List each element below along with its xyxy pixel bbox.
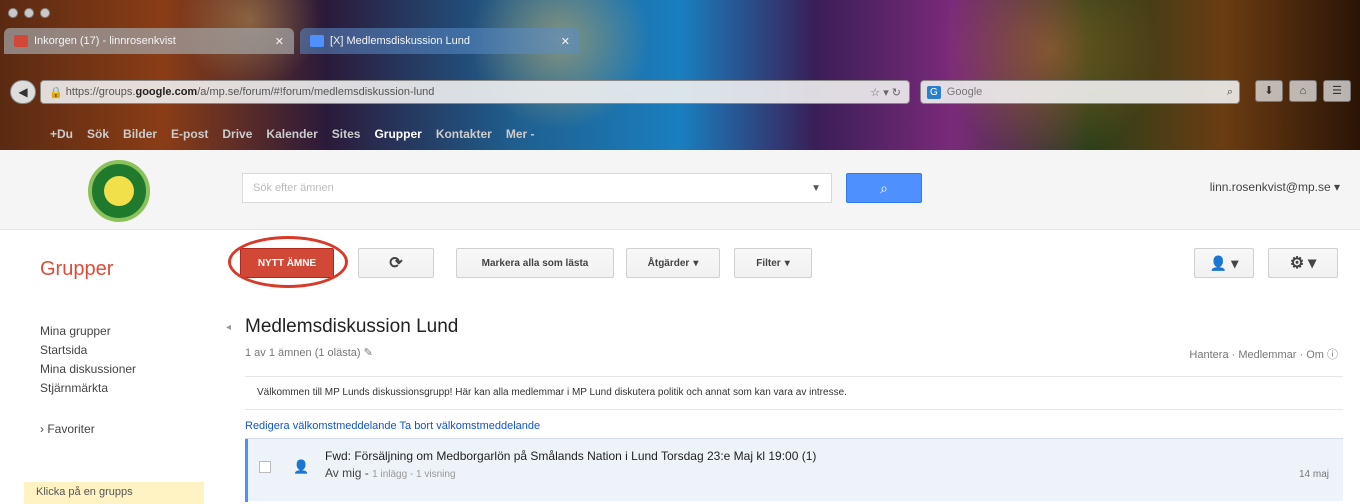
topic-author: Av mig [325,466,362,480]
mark-all-read-button[interactable]: Markera alla som lästa [456,248,614,278]
gbar-item-drive[interactable]: Drive [222,127,252,141]
tab-groups[interactable]: [X] Medlemsdiskussion Lund ✕ [300,28,580,54]
account-email: linn.rosenkvist@mp.se [1209,180,1331,194]
person-add-icon: 👤 [1209,254,1228,271]
sidebar-item-my-groups[interactable]: Mina grupper [40,322,136,341]
toolbar-icons: ⬇ ⌂ ☰ [1255,80,1351,102]
annotation-circle [228,236,348,288]
refresh-button[interactable]: ⟳ [358,248,434,278]
download-icon[interactable]: ⬇ [1255,80,1283,102]
gbar-item-images[interactable]: Bilder [123,127,157,141]
topic-subject[interactable]: Fwd: Försäljning om Medborgarlön på Smål… [325,449,816,463]
gear-icon: ⚙ [1289,255,1305,272]
google-bar: +Du Sök Bilder E-post Drive Kalender Sit… [0,118,535,150]
favorites-label: Favoriter [47,422,95,436]
about-link[interactable]: Om [1306,349,1324,361]
url-path: /a/mp.se/forum/#!forum/medlemsdiskussion… [197,86,435,98]
topic-meta: Av mig - 1 inlägg - 1 visning [325,466,456,480]
minimize-window-button[interactable] [24,8,34,18]
search-button[interactable]: ⌕ [846,173,922,203]
tab-label: [X] Medlemsdiskussion Lund [330,35,471,47]
topic-checkbox[interactable] [259,461,271,473]
filter-button[interactable]: Filter ▾ [734,248,812,278]
zoom-window-button[interactable] [40,8,50,18]
search-placeholder: Google [946,86,983,98]
magnifier-icon: ⌕ [880,180,888,196]
selection-bar [245,439,248,502]
pin-icon[interactable]: ✎ [364,347,373,359]
sidebar-item-my-discussions[interactable]: Mina diskussioner [40,360,136,379]
url-domain: google.com [135,86,198,98]
address-bar[interactable]: 🔒 https://groups. google.com/a/mp.se/foru… [40,80,910,104]
window-controls[interactable] [8,8,50,18]
chevron-down-icon[interactable]: ▼ [811,183,821,194]
collapse-arrow-icon[interactable]: ◂ [226,322,231,333]
back-button[interactable]: ◀ [10,80,36,104]
gmail-icon [14,35,28,47]
settings-button[interactable]: ⚙ ▾ [1268,248,1338,278]
remove-welcome-link[interactable]: Ta bort välkomstmeddelande [400,420,541,432]
browser-search-field[interactable]: G Google ⌕ [920,80,1240,104]
topic-row[interactable]: 👤 Fwd: Försäljning om Medborgarlön på Sm… [245,438,1343,502]
welcome-message: Välkommen till MP Lunds diskussionsgrupp… [245,376,1343,410]
range-text: 1 av 1 ämnen (1 olästa) [245,347,361,359]
topic-stats: 1 inlägg - 1 visning [372,469,456,480]
forum-title: Medlemsdiskussion Lund [245,316,459,337]
edit-welcome-link[interactable]: Redigera välkomstmeddelande [245,420,397,432]
filter-label: Filter [756,257,781,269]
gbar-item-search[interactable]: Sök [87,127,109,141]
topic-date: 14 maj [1298,469,1329,480]
refresh-icon: ⟳ [389,255,403,272]
gbar-item-plus[interactable]: +Du [50,127,73,141]
tab-inbox[interactable]: Inkorgen (17) - linnrosenkvist ✕ [4,28,294,54]
welcome-actions: Redigera välkomstmeddelande Ta bort välk… [245,420,540,432]
groups-icon [310,35,324,47]
members-menu-button[interactable]: 👤 ▾ [1194,248,1254,278]
sunflower-icon [104,176,134,206]
bookmark-star-icon[interactable]: ☆ ▾ ↻ [870,86,901,99]
sidebar-favorites[interactable]: › Favoriter [40,420,136,439]
info-icon[interactable]: ⓘ [1327,349,1338,361]
gbar-item-contacts[interactable]: Kontakter [436,127,492,141]
gbar-item-sites[interactable]: Sites [332,127,361,141]
gbar-item-calendar[interactable]: Kalender [266,127,317,141]
app-title[interactable]: Grupper [40,258,113,281]
person-icon: 👤 [293,459,310,474]
search-engine-icon[interactable]: G [927,85,941,99]
search-icon[interactable]: ⌕ [1227,86,1233,99]
url-prefix: https://groups. [65,86,136,98]
account-menu[interactable]: linn.rosenkvist@mp.se ▾ [1210,180,1340,194]
close-window-button[interactable] [8,8,18,18]
actions-button[interactable]: Åtgärder ▾ [626,248,720,278]
mp-logo[interactable] [88,160,150,222]
sidebar: Mina grupper Startsida Mina diskussioner… [40,322,136,439]
lock-icon: 🔒 [49,86,66,99]
search-placeholder: Sök efter ämnen [253,182,334,194]
close-icon[interactable]: ✕ [275,35,284,48]
browser-chrome: Inkorgen (17) - linnrosenkvist ✕ [X] Med… [0,0,1360,150]
home-icon[interactable]: ⌂ [1289,80,1317,102]
sidebar-item-home[interactable]: Startsida [40,341,136,360]
members-link[interactable]: Medlemmar [1238,349,1296,361]
menu-icon[interactable]: ☰ [1323,80,1351,102]
manage-link[interactable]: Hantera [1189,349,1228,361]
gbar-item-more[interactable]: Mer - [506,127,535,141]
tab-label: Inkorgen (17) - linnrosenkvist [34,35,176,47]
gbar-item-mail[interactable]: E-post [171,127,208,141]
topic-range: 1 av 1 ämnen (1 olästa) ✎ [245,346,373,359]
topic-search-input[interactable]: Sök efter ämnen ▼ [242,173,832,203]
actions-label: Åtgärder [647,257,690,269]
sidebar-item-starred[interactable]: Stjärnmärkta [40,379,136,398]
gbar-item-groups[interactable]: Grupper [374,127,421,141]
forum-nav: Hantera · Medlemmar · Om ⓘ [1189,349,1338,361]
close-icon[interactable]: ✕ [561,35,570,48]
